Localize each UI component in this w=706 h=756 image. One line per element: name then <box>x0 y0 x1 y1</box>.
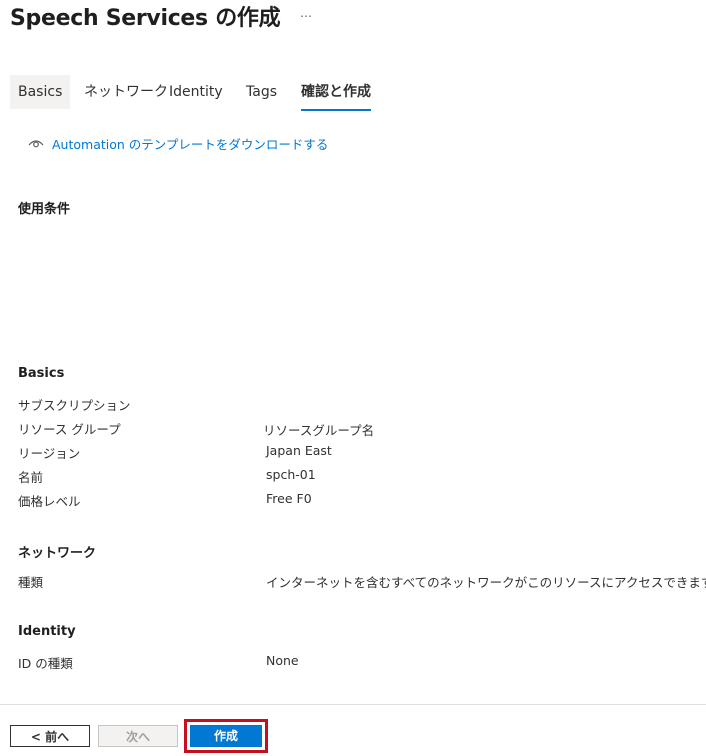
network-heading: ネットワーク <box>18 546 97 561</box>
tab-review-create[interactable]: 確認と作成 <box>301 75 371 111</box>
identity-label-type: ID の種類 <box>18 656 73 671</box>
identity-heading: Identity <box>18 624 76 639</box>
basics-label-name: 名前 <box>18 470 44 485</box>
basics-heading: Basics <box>18 366 65 381</box>
tab-identity[interactable]: Identity <box>169 75 223 109</box>
next-button[interactable]: 次へ <box>98 725 178 747</box>
basics-label-resource-group: リソース グループ <box>18 422 121 437</box>
identity-value-type: None <box>266 653 299 668</box>
footer-divider <box>0 704 706 705</box>
previous-button[interactable]: < 前へ <box>10 725 90 747</box>
terms-heading: 使用条件 <box>18 202 71 217</box>
basics-value-name: spch-01 <box>266 467 316 482</box>
basics-label-pricing-tier: 価格レベル <box>18 494 81 509</box>
network-label-type: 種類 <box>18 575 44 590</box>
more-options-icon[interactable]: … <box>300 6 313 20</box>
basics-value-region: Japan East <box>266 443 332 458</box>
page-title: Speech Services の作成 <box>10 6 281 31</box>
create-button[interactable]: 作成 <box>190 725 262 747</box>
download-template-link[interactable]: Automation のテンプレートをダウンロードする <box>28 134 328 152</box>
basics-label-subscription: サブスクリプション <box>18 398 131 413</box>
tab-tags[interactable]: Tags <box>246 75 277 109</box>
create-button-highlight: 作成 <box>184 719 268 753</box>
basics-value-pricing-tier: Free F0 <box>266 491 312 506</box>
download-template-label: Automation のテンプレートをダウンロードする <box>52 137 329 152</box>
basics-label-region: リージョン <box>18 446 81 461</box>
network-value-type: インターネットを含むすべてのネットワークがこのリソースにアクセスできます。 <box>266 575 706 590</box>
basics-value-resource-group: リソースグループ名 <box>263 423 375 438</box>
tab-basics[interactable]: Basics <box>10 75 71 109</box>
eye-icon <box>28 136 44 151</box>
tab-network[interactable]: ネットワーク <box>84 75 168 109</box>
